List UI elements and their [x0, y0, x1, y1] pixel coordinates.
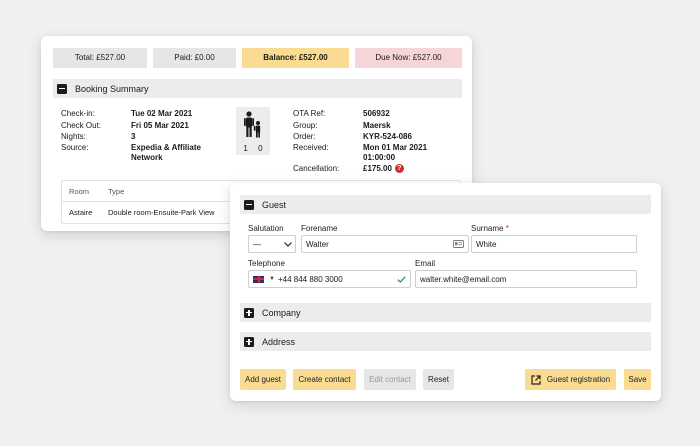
caret-down-icon[interactable]: ▼ — [269, 276, 275, 282]
surname-label-wrap: Surname * — [471, 224, 509, 233]
salutation-label: Salutation — [248, 224, 284, 233]
telephone-value: +44 844 880 3000 — [277, 274, 343, 284]
due-now-amount: Due Now: £527.00 — [355, 48, 462, 68]
required-mark: * — [505, 224, 509, 233]
id-card-icon[interactable] — [453, 240, 464, 248]
adult-child-icon — [244, 111, 261, 138]
help-icon[interactable]: ? — [394, 164, 404, 174]
check-in-value: Tue 02 Mar 2021 — [131, 109, 193, 118]
guest-section-header[interactable]: Guest — [240, 195, 651, 214]
forename-input[interactable]: Walter — [301, 235, 469, 253]
telephone-input[interactable]: ▼ +44 844 880 3000 — [248, 270, 411, 288]
ota-ref-label: OTA Ref: — [293, 109, 326, 118]
guest-registration-button[interactable]: Guest registration — [525, 369, 616, 390]
room-column-header: Room — [69, 186, 90, 196]
check-out-value: Fri 05 Mar 2021 — [131, 121, 189, 130]
booking-summary-title: Booking Summary — [75, 83, 149, 94]
guest-registration-label: Guest registration — [546, 375, 611, 384]
check-in-label: Check-in: — [61, 109, 95, 118]
check-out-label: Check Out: — [61, 121, 102, 130]
source-label: Source: — [61, 143, 89, 152]
total-amount: Total: £527.00 — [53, 48, 147, 68]
surname-label: Surname — [471, 224, 504, 233]
surname-input[interactable]: White — [471, 235, 637, 253]
ota-ref-value: 506932 — [363, 109, 390, 118]
plus-square-icon[interactable] — [244, 307, 254, 318]
edit-contact-button[interactable]: Edit contact — [364, 369, 416, 390]
create-contact-button[interactable]: Create contact — [293, 369, 356, 390]
source-value: Expedia & Affiliate Network — [131, 143, 201, 162]
cancellation-value: £175.00 — [363, 164, 392, 173]
external-link-icon — [531, 374, 541, 385]
cancellation-label: Cancellation: — [293, 164, 340, 173]
add-guest-button[interactable]: Add guest — [240, 369, 286, 390]
surname-value: White — [476, 239, 497, 249]
minus-square-icon[interactable] — [244, 199, 254, 210]
guest-form-card: Guest Salutation Forename Surname * — Wa… — [230, 183, 661, 401]
email-value: walter.white@email.com — [420, 274, 507, 284]
guest-section-title: Guest — [262, 199, 287, 210]
company-section-title: Company — [262, 307, 301, 318]
minus-square-icon[interactable] — [57, 83, 67, 94]
reset-button[interactable]: Reset — [423, 369, 454, 390]
child-count: 0 — [258, 144, 267, 153]
salutation-value: — — [253, 239, 261, 249]
booking-summary-header[interactable]: Booking Summary — [53, 79, 462, 98]
phone-value-wrap: ▼ +44 844 880 3000 — [253, 275, 343, 284]
plus-square-icon[interactable] — [244, 336, 254, 347]
group-value: Maersk — [363, 121, 391, 130]
room-cell: Astaire — [69, 208, 93, 217]
address-section-header[interactable]: Address — [240, 332, 651, 351]
paid-amount: Paid: £0.00 — [153, 48, 236, 68]
nights-value: 3 — [131, 132, 136, 141]
balance-amount: Balance: £527.00 — [242, 48, 349, 68]
uk-flag-icon[interactable] — [253, 275, 264, 283]
email-label: Email — [415, 259, 436, 268]
adult-count: 1 — [243, 144, 252, 153]
group-label: Group: — [293, 121, 318, 130]
received-value: Mon 01 Mar 2021 01:00:00 — [363, 143, 428, 162]
nights-label: Nights: — [61, 132, 86, 141]
company-section-header[interactable]: Company — [240, 303, 651, 322]
forename-label: Forename — [301, 224, 338, 233]
occupancy-box: 1 0 — [236, 107, 270, 155]
telephone-label: Telephone — [248, 259, 285, 268]
salutation-select[interactable]: — — [248, 235, 296, 253]
check-icon — [397, 275, 406, 283]
email-input[interactable]: walter.white@email.com — [415, 270, 637, 288]
received-label: Received: — [293, 143, 329, 152]
order-value: KYR-524-086 — [363, 132, 412, 141]
forename-value: Walter — [306, 239, 329, 249]
address-section-title: Address — [262, 336, 296, 347]
order-label: Order: — [293, 132, 316, 141]
save-button[interactable]: Save — [624, 369, 651, 390]
chevron-down-icon — [284, 241, 292, 247]
